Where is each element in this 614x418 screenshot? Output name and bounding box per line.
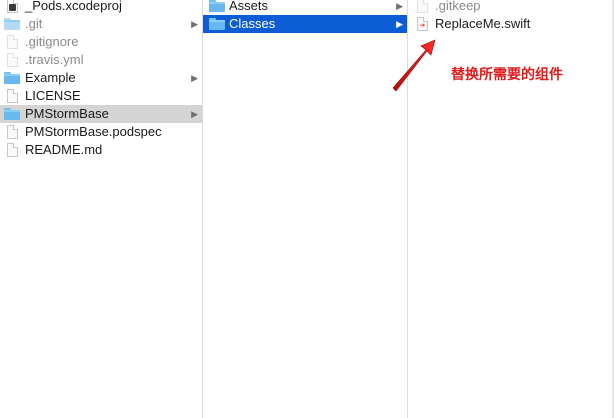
- document-icon: [7, 53, 18, 67]
- list-item-pmstormbase[interactable]: PMStormBase ▶: [0, 105, 202, 123]
- document-icon: [417, 0, 428, 13]
- item-label: LICENSE: [25, 88, 81, 103]
- list-item-replaceme-swift[interactable]: ➔ ReplaceMe.swift: [408, 15, 614, 33]
- disclosure-arrow-icon: ▶: [191, 109, 198, 119]
- item-label: .gitkeep: [435, 0, 481, 13]
- item-label: ReplaceMe.swift: [435, 16, 531, 31]
- item-label: .git: [25, 16, 43, 31]
- list-item-classes[interactable]: Classes ▶: [203, 15, 407, 33]
- item-label: _Pods.xcodeproj: [25, 0, 122, 13]
- item-label: Example: [25, 70, 76, 85]
- xcodeproj-file-icon: [7, 0, 18, 13]
- document-icon: [7, 35, 18, 49]
- list-item-example[interactable]: Example ▶: [0, 69, 202, 87]
- item-label: Assets: [229, 0, 269, 13]
- finder-column-root: _Pods.xcodeproj .git ▶ .gitignore .travi…: [0, 0, 203, 418]
- list-item-podspec[interactable]: PMStormBase.podspec: [0, 123, 202, 141]
- disclosure-arrow-icon: ▶: [191, 19, 198, 29]
- item-label: .travis.yml: [25, 52, 84, 67]
- list-item-gitignore[interactable]: .gitignore: [0, 33, 202, 51]
- document-icon: [7, 125, 18, 139]
- item-label: README.md: [25, 142, 103, 157]
- document-icon: [7, 89, 18, 103]
- folder-icon: [4, 72, 20, 84]
- list-item-license[interactable]: LICENSE: [0, 87, 202, 105]
- folder-icon: [4, 108, 20, 120]
- item-label: PMStormBase.podspec: [25, 124, 162, 139]
- list-item-readme[interactable]: README.md: [0, 141, 202, 159]
- folder-icon: [4, 18, 20, 30]
- list-item-travis-yml[interactable]: .travis.yml: [0, 51, 202, 69]
- folder-icon: [209, 18, 225, 30]
- list-item-pods-xcodeproj[interactable]: _Pods.xcodeproj: [0, 0, 202, 15]
- disclosure-arrow-icon: ▶: [396, 19, 403, 29]
- folder-icon: [209, 0, 225, 12]
- item-label: .gitignore: [25, 34, 79, 49]
- item-label: PMStormBase: [25, 106, 109, 121]
- item-label: Classes: [229, 16, 276, 31]
- list-item-git[interactable]: .git ▶: [0, 15, 202, 33]
- document-icon: [7, 143, 18, 157]
- list-item-assets[interactable]: Assets ▶: [203, 0, 407, 15]
- disclosure-arrow-icon: ▶: [396, 1, 403, 11]
- finder-column-pmstormbase: Assets ▶ Classes ▶: [203, 0, 408, 418]
- list-item-gitkeep[interactable]: .gitkeep: [408, 0, 614, 15]
- disclosure-arrow-icon: ▶: [191, 73, 198, 83]
- annotation-label: 替换所需要的组件: [451, 66, 563, 82]
- swift-file-icon: ➔: [417, 17, 428, 31]
